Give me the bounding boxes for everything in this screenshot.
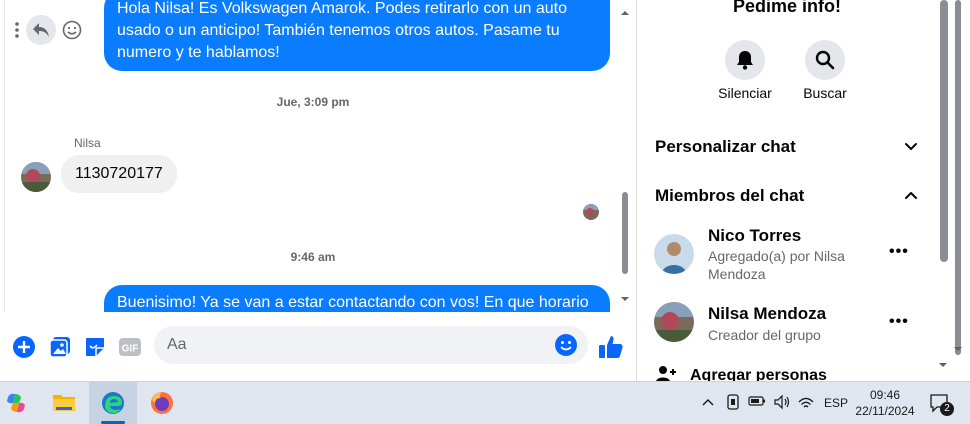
mute-label: Silenciar: [718, 85, 772, 101]
avatar[interactable]: [21, 162, 51, 192]
add-people-link[interactable]: Agregar personas: [690, 367, 827, 381]
reply-icon[interactable]: [26, 15, 56, 45]
chat-info-panel: Pedime info! Silenciar Buscar Personaliz…: [636, 0, 970, 381]
group-title: Pedime info!: [732, 0, 841, 16]
composer: GIF Aa: [0, 312, 626, 381]
taskbar: ESP 09:46 22/11/2024 2: [0, 381, 970, 424]
member-avatar[interactable]: [654, 302, 694, 342]
seen-avatar: [583, 204, 599, 220]
copilot-icon[interactable]: [0, 382, 40, 424]
search-button[interactable]: [805, 40, 845, 80]
clock-time: 09:46: [869, 388, 901, 402]
scrollbar-thumb[interactable]: [622, 192, 628, 274]
timestamp: Jue, 3:09 pm: [276, 95, 350, 109]
scrollbar-thumb[interactable]: [955, 0, 961, 355]
chat-scrollbar[interactable]: [618, 0, 632, 312]
svg-text:GIF: GIF: [122, 344, 139, 355]
side-scrollbar[interactable]: [937, 0, 965, 381]
emoji-icon[interactable]: [554, 333, 578, 362]
incoming-message: 1130720177: [61, 155, 177, 193]
volume-icon[interactable]: [773, 394, 791, 413]
clock[interactable]: 09:46 22/11/2024: [842, 387, 928, 419]
plus-circle-icon[interactable]: [11, 334, 37, 360]
edge-icon[interactable]: [89, 382, 137, 424]
member-name[interactable]: Nico Torres: [708, 226, 801, 246]
chevron-down-icon[interactable]: [903, 139, 919, 155]
member-subtitle: Creador del grupo: [708, 327, 821, 343]
chevron-up-icon[interactable]: [701, 396, 715, 410]
file-explorer-icon[interactable]: [40, 382, 88, 424]
chat-panel: Hola Nilsa! Es Volkswagen Amarok. Podes …: [0, 0, 636, 381]
member-options-button[interactable]: •••: [889, 243, 909, 261]
sticker-icon[interactable]: [82, 334, 108, 360]
chat-members-header[interactable]: Miembros del chat: [655, 186, 804, 206]
device-icon[interactable]: [726, 394, 740, 413]
gallery-icon[interactable]: [47, 334, 73, 360]
outgoing-message: Hola Nilsa! Es Volkswagen Amarok. Podes …: [104, 0, 610, 71]
search-icon: [815, 50, 835, 70]
timestamp: 9:46 am: [290, 250, 336, 264]
member-avatar[interactable]: [654, 234, 694, 274]
sender-name: Nilsa: [74, 136, 101, 150]
gif-icon[interactable]: GIF: [117, 334, 143, 360]
firefox-icon[interactable]: [138, 382, 186, 424]
message-actions: [14, 15, 82, 45]
more-vertical-icon[interactable]: [14, 21, 20, 39]
clock-date: 22/11/2024: [855, 404, 915, 418]
mute-button[interactable]: [725, 40, 765, 80]
scrollbar-thumb[interactable]: [940, 0, 948, 262]
bell-icon: [737, 51, 753, 70]
add-person-icon[interactable]: [655, 365, 677, 381]
member-name[interactable]: Nilsa Mendoza: [708, 304, 826, 324]
like-icon[interactable]: [597, 333, 625, 361]
input-placeholder: Aa: [167, 336, 187, 353]
notification-badge: 2: [940, 402, 954, 416]
chevron-up-icon[interactable]: [903, 187, 919, 203]
search-label: Buscar: [803, 85, 847, 101]
member-options-button[interactable]: •••: [889, 313, 909, 331]
emoji-react-icon[interactable]: [62, 20, 82, 40]
wifi-icon[interactable]: [798, 395, 814, 412]
customize-chat-header[interactable]: Personalizar chat: [655, 137, 796, 157]
battery-icon[interactable]: [748, 395, 766, 410]
message-input[interactable]: Aa: [154, 326, 588, 364]
member-subtitle: Agregado(a) por Nilsa Mendoza: [708, 248, 845, 282]
